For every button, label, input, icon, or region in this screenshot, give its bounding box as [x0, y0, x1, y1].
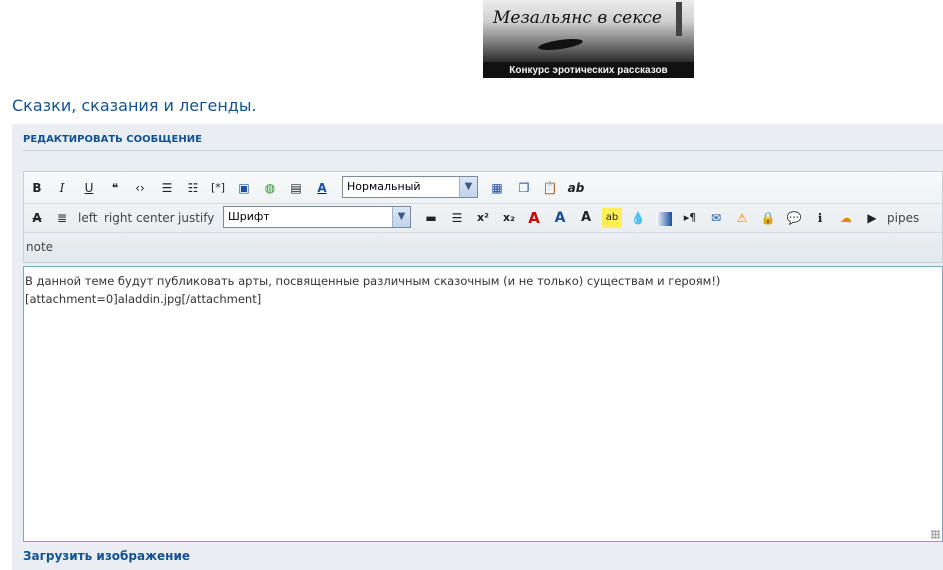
- info-button[interactable]: ℹ: [810, 208, 830, 228]
- paste-icon: 📋: [542, 181, 558, 195]
- dolphin-icon: [537, 36, 584, 53]
- align-lines-icon: ≣: [56, 211, 68, 225]
- font-glow-button[interactable]: A: [576, 208, 596, 228]
- image-icon: ▣: [238, 181, 250, 195]
- insert-table-button[interactable]: ▦: [487, 178, 507, 198]
- numbered-list-button[interactable]: ☷: [183, 178, 203, 198]
- editor-line: В данной теме будут публиковать арты, по…: [25, 274, 721, 288]
- font-outline-button[interactable]: A: [524, 208, 544, 228]
- quote-icon: ❝: [111, 181, 119, 195]
- insert-video-button[interactable]: ▤: [286, 178, 306, 198]
- toolbar-row-3: note: [24, 234, 942, 260]
- gradient-icon: [656, 211, 672, 226]
- insert-image-button[interactable]: ▣: [234, 178, 254, 198]
- font-outline-icon: A: [528, 209, 540, 227]
- font-color-button[interactable]: A: [312, 178, 332, 198]
- subscript-button[interactable]: x₂: [499, 208, 519, 228]
- paste-button[interactable]: 📋: [540, 178, 560, 198]
- format-select[interactable]: Нормальный ▼: [342, 176, 478, 198]
- italic-button[interactable]: I: [52, 178, 72, 198]
- align-justify-button[interactable]: justify: [178, 208, 214, 228]
- copy-icon: ❐: [518, 181, 530, 195]
- lighthouse-icon: [676, 2, 682, 36]
- logo-title: Мезальянс в сексе: [493, 8, 662, 28]
- hide-button[interactable]: 🔒: [758, 208, 778, 228]
- table-icon: ▦: [491, 181, 503, 195]
- opacity-button[interactable]: 💧: [628, 208, 648, 228]
- toolbar-row-2: A ≣ left right center justify Шрифт ▼ ▬ …: [24, 205, 942, 231]
- hr-icon: ▬: [425, 211, 437, 225]
- bullet-list-icon: ☰: [161, 181, 173, 195]
- bullet-list-button[interactable]: ☰: [157, 178, 177, 198]
- code-icon: ‹›: [135, 181, 145, 195]
- insert-link-button[interactable]: ◍: [260, 178, 280, 198]
- paragraph-button[interactable]: ▸¶: [680, 208, 700, 228]
- align-right-button[interactable]: right: [104, 208, 132, 228]
- lock-icon: 🔒: [760, 211, 776, 225]
- pipes-button[interactable]: pipes: [887, 208, 919, 228]
- soundcloud-button[interactable]: ☁: [836, 208, 856, 228]
- soundcloud-icon: ☁: [840, 211, 852, 225]
- format-select-value: Нормальный: [347, 180, 421, 193]
- upload-image-link[interactable]: Загрузить изображение: [23, 549, 190, 563]
- highlight-button[interactable]: ab: [602, 208, 622, 228]
- film-icon: ▤: [290, 181, 302, 195]
- resize-grip-icon[interactable]: [931, 530, 940, 539]
- align-left-button[interactable]: left: [78, 208, 97, 228]
- font-glow-icon: A: [580, 210, 592, 225]
- water-drop-icon: 💧: [630, 211, 646, 225]
- font-select-value: Шрифт: [228, 210, 270, 223]
- chevron-down-icon: ▼: [392, 207, 410, 227]
- code-button[interactable]: ‹›: [130, 178, 150, 198]
- panel-header: РЕДАКТИРОВАТЬ СООБЩЕНИЕ: [23, 134, 202, 145]
- warning-button[interactable]: ⚠: [732, 208, 752, 228]
- edit-post-panel: РЕДАКТИРОВАТЬ СООБЩЕНИЕ B I U ❝ ‹› ☰ ☷ […: [12, 124, 943, 570]
- copy-button[interactable]: ❐: [514, 178, 534, 198]
- toolbar-divider: [24, 232, 942, 233]
- font-color-icon: A: [317, 181, 327, 195]
- strikethrough-button[interactable]: A: [27, 208, 47, 228]
- panel-divider: [23, 150, 943, 151]
- bold-button[interactable]: B: [27, 178, 47, 198]
- globe-link-icon: ◍: [264, 181, 276, 195]
- quote-button[interactable]: ❝: [105, 178, 125, 198]
- message-editor[interactable]: В данной теме будут публиковать арты, по…: [23, 266, 943, 542]
- site-logo[interactable]: Мезальянс в сексе Конкурс эротических ра…: [483, 0, 694, 78]
- font-select[interactable]: Шрифт ▼: [223, 206, 411, 228]
- list-item-button[interactable]: [*]: [208, 178, 228, 198]
- spellcheck-button[interactable]: ab: [566, 178, 586, 198]
- email-icon: ✉: [710, 211, 722, 225]
- align-center-button[interactable]: center: [136, 208, 175, 228]
- paragraph-icon: ▸¶: [683, 211, 697, 224]
- gradient-button[interactable]: [654, 208, 674, 228]
- media-button[interactable]: ▶: [862, 208, 882, 228]
- logo-caption: Конкурс эротических рассказов: [509, 65, 668, 76]
- logo-image: Мезальянс в сексе: [483, 0, 694, 62]
- editor-toolbar: B I U ❝ ‹› ☰ ☷ [*] ▣ ◍ ▤ A Нормальный ▼ …: [23, 171, 943, 263]
- warning-icon: ⚠: [736, 211, 748, 225]
- email-button[interactable]: ✉: [706, 208, 726, 228]
- numbered-list-icon: ☷: [187, 181, 199, 195]
- toolbar-divider: [24, 203, 942, 204]
- indent-icon: ☰: [451, 211, 463, 225]
- strikethrough-icon: A: [32, 211, 42, 225]
- spoiler-button[interactable]: 💬: [784, 208, 804, 228]
- chevron-down-icon: ▼: [459, 177, 477, 197]
- underline-button[interactable]: U: [79, 178, 99, 198]
- horizontal-rule-button[interactable]: ▬: [421, 208, 441, 228]
- note-button[interactable]: note: [26, 237, 53, 257]
- highlight-icon: ab: [605, 212, 619, 223]
- play-icon: ▶: [867, 211, 877, 225]
- toolbar-row-1: B I U ❝ ‹› ☰ ☷ [*] ▣ ◍ ▤ A Нормальный ▼ …: [24, 175, 942, 201]
- page-title[interactable]: Сказки, сказания и легенды.: [12, 96, 257, 115]
- superscript-button[interactable]: x²: [473, 208, 493, 228]
- indent-button[interactable]: ☰: [447, 208, 467, 228]
- info-icon: ℹ: [817, 211, 823, 225]
- speech-bubble-icon: 💬: [786, 211, 802, 225]
- font-shadow-icon: A: [554, 210, 566, 226]
- list-item-icon: [*]: [210, 181, 226, 194]
- font-shadow-button[interactable]: A: [550, 208, 570, 228]
- align-button[interactable]: ≣: [52, 208, 72, 228]
- editor-line: [attachment=0]aladdin.jpg[/attachment]: [25, 292, 262, 306]
